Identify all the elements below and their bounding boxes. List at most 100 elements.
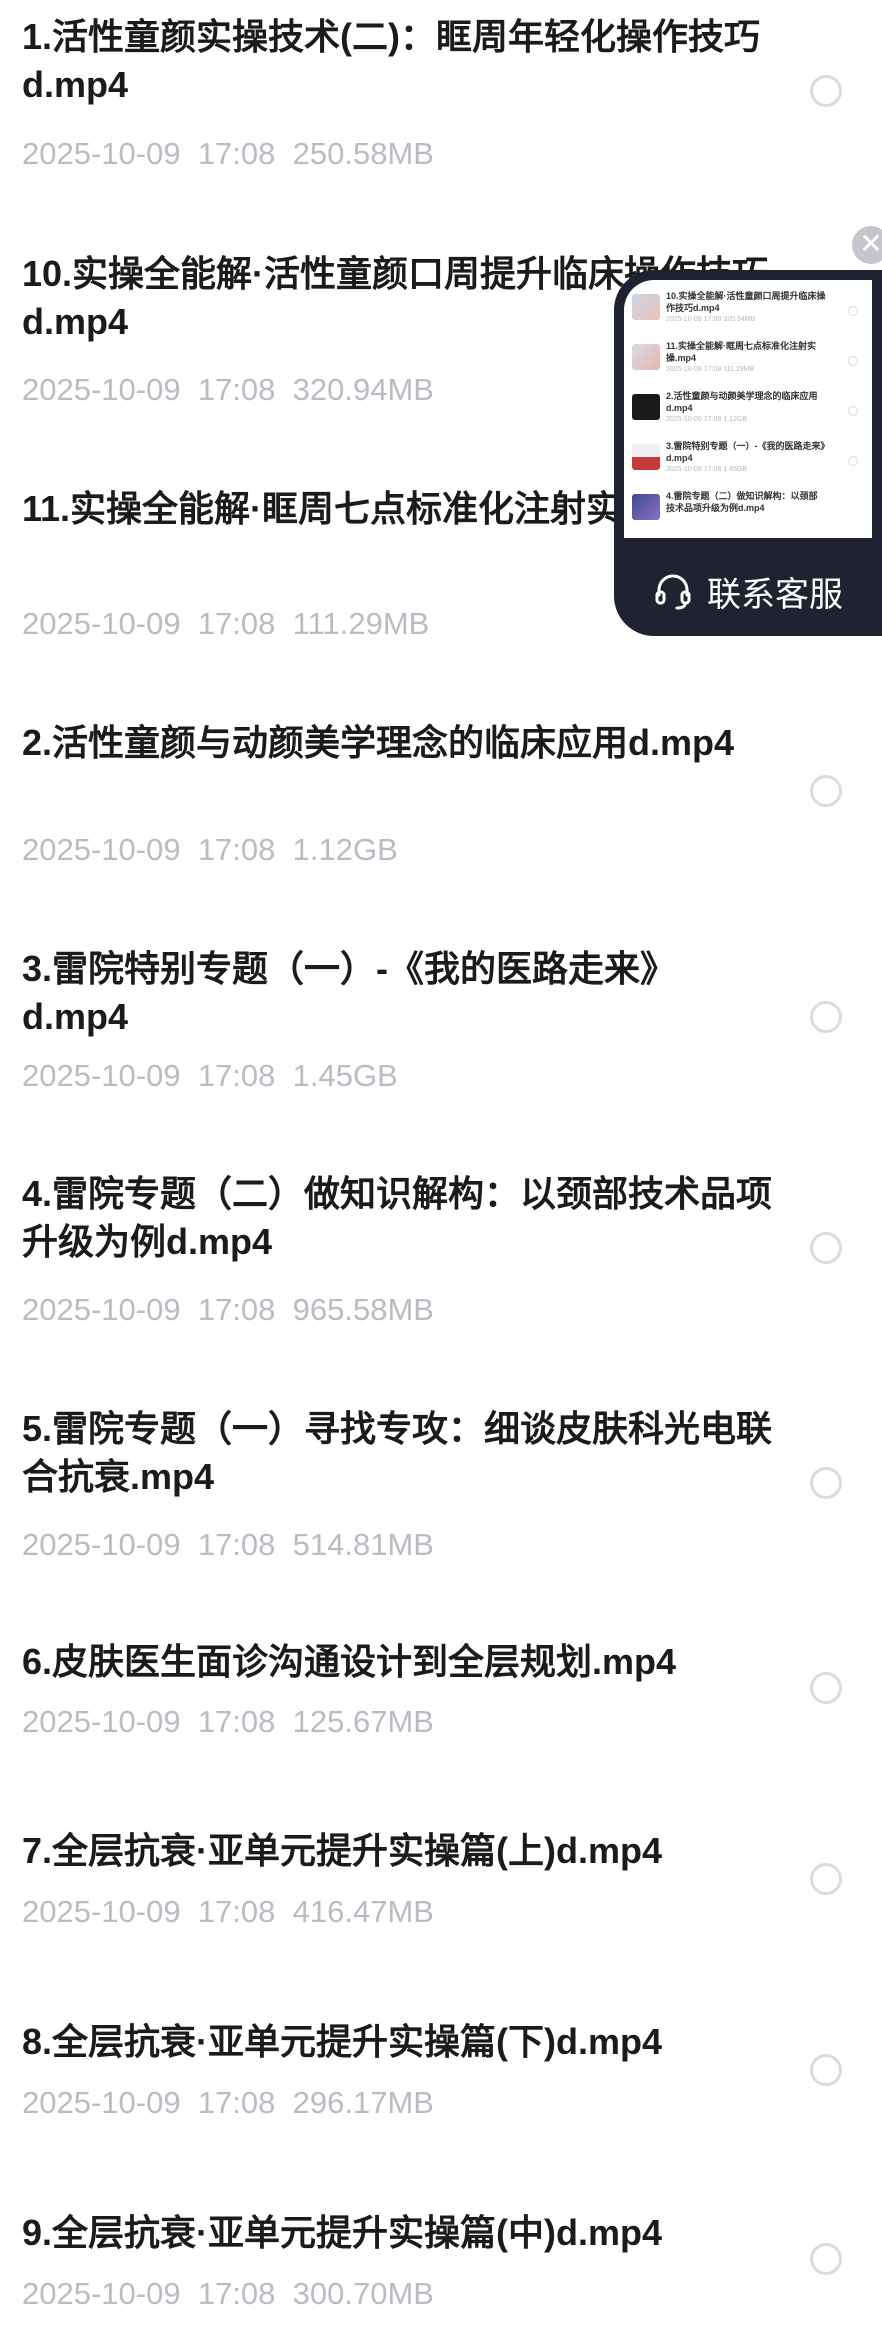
file-title: 8.全层抗衰·亚单元提升实操篇(下)d.mp4 <box>22 2021 663 2062</box>
file-meta: 2025-10-09 17:08 514.81MB <box>22 1527 434 1563</box>
file-title: 3.雷院特别专题（一）-《我的医路走来》d.mp4 <box>22 948 677 1037</box>
file-date: 2025-10-09 <box>22 2276 181 2311</box>
file-size: 514.81MB <box>292 1527 434 1562</box>
file-date: 2025-10-09 <box>22 136 181 171</box>
mini-title: 2.活性童颜与动颜美学理念的临床应用d.mp4 <box>666 391 818 413</box>
file-meta: 2025-10-09 17:08 111.29MB <box>22 606 429 642</box>
thumbnail <box>632 494 660 520</box>
mini-title: 11.实操全能解·眶周七点标准化注射实操.mp4 <box>666 341 817 363</box>
file-meta: 2025-10-09 17:08 320.94MB <box>22 372 434 408</box>
thumbnail <box>632 444 660 470</box>
file-size: 1.45GB <box>292 1058 398 1093</box>
mini-radio <box>848 456 858 466</box>
close-icon[interactable]: ✕ <box>852 226 882 264</box>
mini-title: 10.实操全能解·活性童颜口周提升临床操作技巧d.mp4 <box>666 291 826 313</box>
mini-size: 320.94MB <box>723 316 756 323</box>
file-size: 965.58MB <box>292 1292 434 1327</box>
mini-meta: 2025-10-09 17:08 320.94MB <box>666 316 755 323</box>
select-radio[interactable] <box>810 75 842 107</box>
file-meta: 2025-10-09 17:08 300.70MB <box>22 2276 434 2312</box>
file-title: 1.活性童颜实操技术(二)：眶周年轻化操作技巧d.mp4 <box>22 16 761 105</box>
mini-date: 2025-10-09 <box>666 316 702 323</box>
file-size: 416.47MB <box>292 1894 434 1929</box>
file-size: 250.58MB <box>292 136 434 171</box>
select-radio[interactable] <box>810 2054 842 2086</box>
file-meta: 2025-10-09 17:08 1.45GB <box>22 1058 398 1094</box>
mini-list-item: 4.雷院专题（二）做知识解构：以颈部技术品项升级为例d.mp4 <box>624 488 872 536</box>
file-title: 7.全层抗衰·亚单元提升实操篇(上)d.mp4 <box>22 1830 663 1871</box>
mini-date: 2025-10-09 <box>666 366 702 373</box>
file-time: 17:08 <box>197 1292 276 1327</box>
select-radio[interactable] <box>810 775 842 807</box>
mini-time: 17:08 <box>703 416 722 423</box>
file-time: 17:08 <box>197 1704 276 1739</box>
file-meta: 2025-10-09 17:08 125.67MB <box>22 1704 434 1740</box>
mini-list-item: 2.活性童颜与动颜美学理念的临床应用d.mp4 2025-10-09 17:08… <box>624 388 872 436</box>
contact-service-button[interactable]: 联系客服 <box>614 546 882 636</box>
thumbnail <box>632 344 660 370</box>
mini-meta: 2025-10-09 17:08 111.29MB <box>666 366 754 373</box>
file-title: 4.雷院专题（二）做知识解构：以颈部技术品项升级为例d.mp4 <box>22 1173 773 1262</box>
select-radio[interactable] <box>810 1672 842 1704</box>
file-time: 17:08 <box>197 2085 276 2120</box>
select-radio[interactable] <box>810 1001 842 1033</box>
file-size: 125.67MB <box>292 1704 434 1739</box>
popup-preview: 10.实操全能解·活性童颜口周提升临床操作技巧d.mp4 2025-10-09 … <box>624 280 872 538</box>
file-size: 300.70MB <box>292 2276 434 2311</box>
mini-radio <box>848 306 858 316</box>
mini-size: 1.45GB <box>723 466 747 473</box>
mini-date: 2025-10-09 <box>666 466 702 473</box>
file-date: 2025-10-09 <box>22 1058 181 1093</box>
file-time: 17:08 <box>197 136 276 171</box>
file-date: 2025-10-09 <box>22 1292 181 1327</box>
file-meta: 2025-10-09 17:08 965.58MB <box>22 1292 434 1328</box>
file-date: 2025-10-09 <box>22 1704 181 1739</box>
mini-time: 17:08 <box>703 316 722 323</box>
mini-size: 111.29MB <box>723 366 755 373</box>
select-radio[interactable] <box>810 2243 842 2275</box>
file-title: 5.雷院专题（一）寻找专攻：细谈皮肤科光电联合抗衰.mp4 <box>22 1408 773 1497</box>
file-date: 2025-10-09 <box>22 832 181 867</box>
file-title: 9.全层抗衰·亚单元提升实操篇(中)d.mp4 <box>22 2212 663 2253</box>
file-time: 17:08 <box>197 606 276 641</box>
file-date: 2025-10-09 <box>22 1527 181 1562</box>
thumbnail <box>632 294 660 320</box>
mini-list-item: 10.实操全能解·活性童颜口周提升临床操作技巧d.mp4 2025-10-09 … <box>624 288 872 336</box>
file-title: 6.皮肤医生面诊沟通设计到全层规划.mp4 <box>22 1641 677 1682</box>
mini-time: 17:08 <box>703 466 722 473</box>
contact-service-label: 联系客服 <box>707 575 843 614</box>
file-meta: 2025-10-09 17:08 1.12GB <box>22 832 398 868</box>
customer-service-popup[interactable]: 10.实操全能解·活性童颜口周提升临床操作技巧d.mp4 2025-10-09 … <box>614 270 882 636</box>
mini-date: 2025-10-09 <box>666 416 702 423</box>
file-time: 17:08 <box>197 1894 276 1929</box>
mini-time: 17:08 <box>703 366 722 373</box>
file-size: 1.12GB <box>292 832 398 867</box>
file-size: 320.94MB <box>292 372 434 407</box>
mini-radio <box>848 406 858 416</box>
select-radio[interactable] <box>810 1863 842 1895</box>
mini-title: 3.雷院特别专题（一）-《我的医路走来》d.mp4 <box>666 441 826 463</box>
mini-meta: 2025-10-09 17:08 1.45GB <box>666 466 747 473</box>
file-time: 17:08 <box>197 1527 276 1562</box>
select-radio[interactable] <box>810 1232 842 1264</box>
mini-radio <box>848 356 858 366</box>
file-meta: 2025-10-09 17:08 250.58MB <box>22 136 434 172</box>
mini-list-item: 11.实操全能解·眶周七点标准化注射实操.mp4 2025-10-09 17:0… <box>624 338 872 386</box>
file-time: 17:08 <box>197 2276 276 2311</box>
select-radio[interactable] <box>810 1467 842 1499</box>
file-date: 2025-10-09 <box>22 372 181 407</box>
mini-size: 1.12GB <box>723 416 747 423</box>
file-title: 2.活性童颜与动颜美学理念的临床应用d.mp4 <box>22 722 735 763</box>
file-meta: 2025-10-09 17:08 416.47MB <box>22 1894 434 1930</box>
headset-icon <box>655 574 691 610</box>
file-time: 17:08 <box>197 372 276 407</box>
file-date: 2025-10-09 <box>22 1894 181 1929</box>
thumbnail <box>632 394 660 420</box>
mini-meta: 2025-10-09 17:08 1.12GB <box>666 416 747 423</box>
file-date: 2025-10-09 <box>22 2085 181 2120</box>
mini-list-item: 3.雷院特别专题（一）-《我的医路走来》d.mp4 2025-10-09 17:… <box>624 438 872 486</box>
file-time: 17:08 <box>197 1058 276 1093</box>
file-meta: 2025-10-09 17:08 296.17MB <box>22 2085 434 2121</box>
file-size: 296.17MB <box>292 2085 434 2120</box>
file-time: 17:08 <box>197 832 276 867</box>
